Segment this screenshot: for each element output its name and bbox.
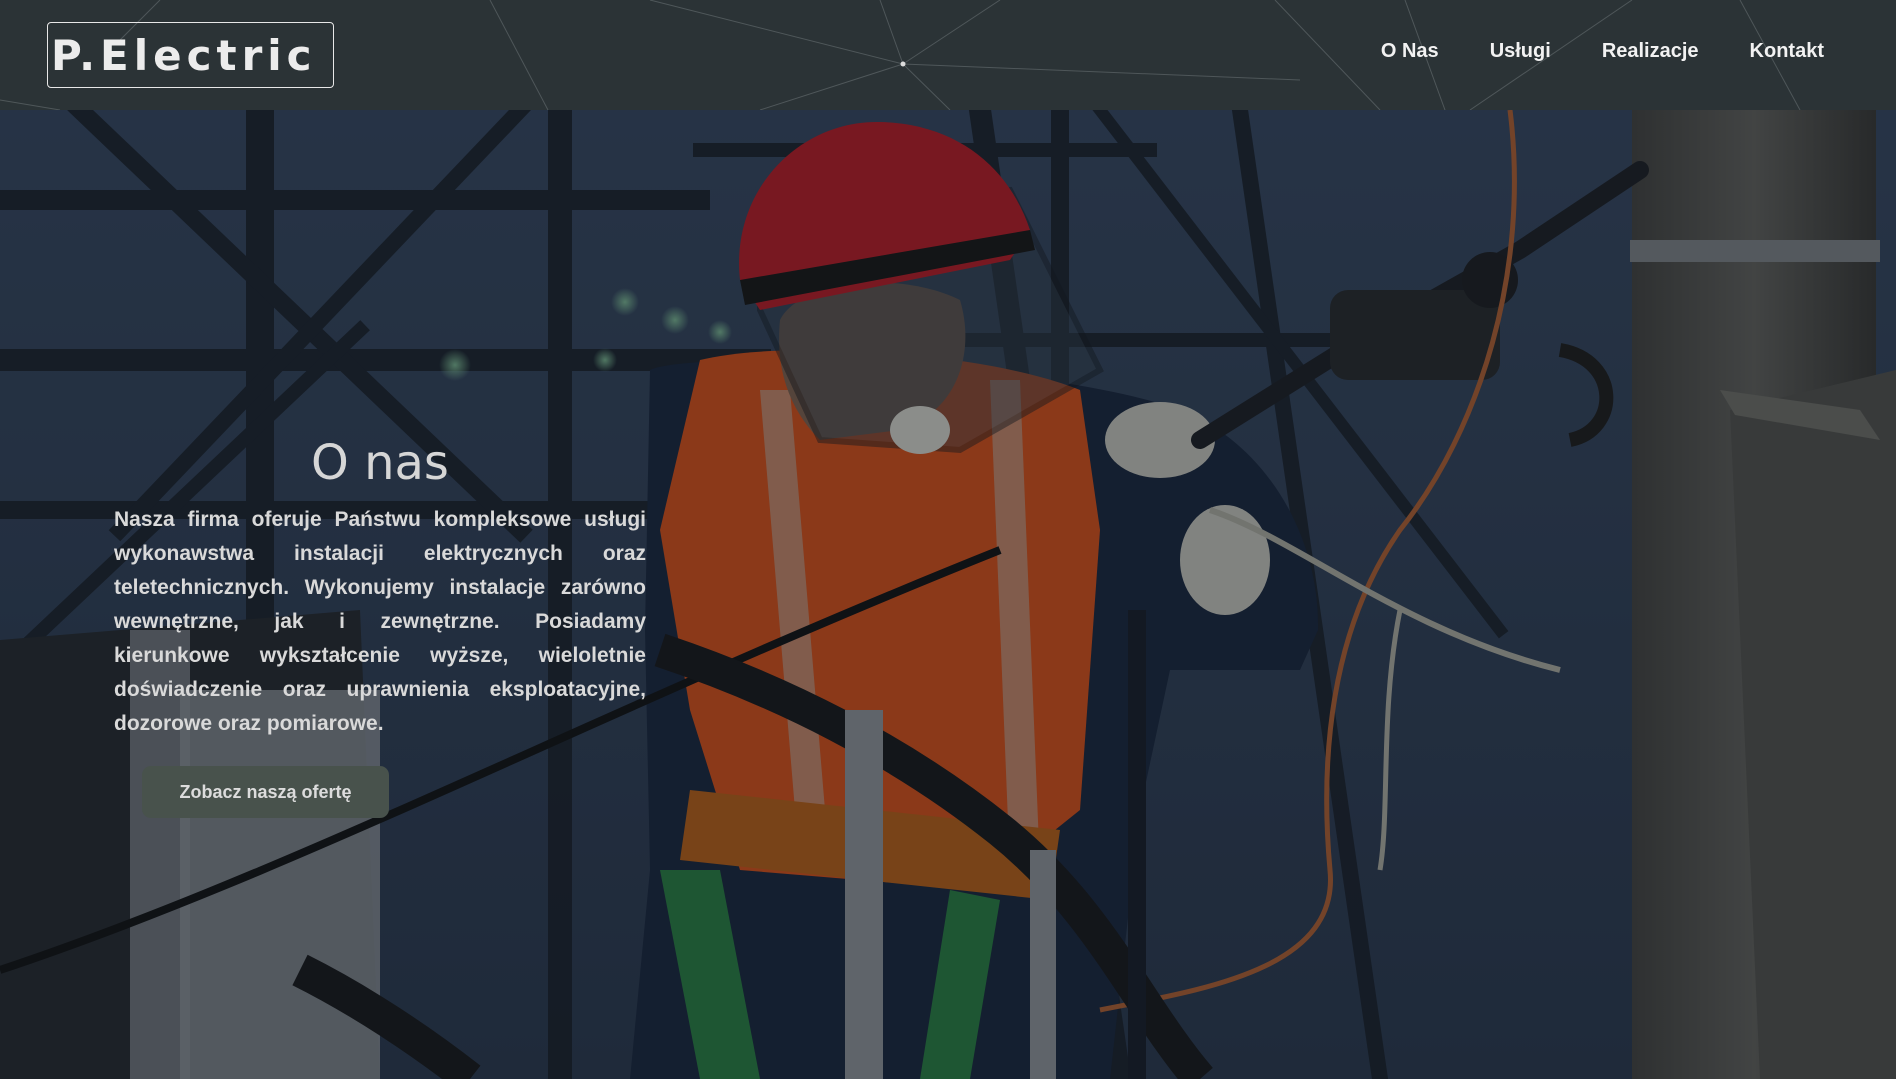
nav-item-o-nas[interactable]: O Nas	[1381, 40, 1439, 63]
about-section: O nas Nasza firma oferuje Państwu komple…	[114, 435, 646, 741]
nav-item-realizacje[interactable]: Realizacje	[1602, 40, 1699, 63]
main-nav: O Nas Usługi Realizacje Kontakt	[1330, 40, 1824, 63]
hero-section: O nas Nasza firma oferuje Państwu komple…	[0, 110, 1896, 1079]
brand-logo-text: P.Electric	[51, 30, 317, 80]
see-offer-button[interactable]: Zobacz naszą ofertę	[142, 766, 389, 818]
nav-item-kontakt[interactable]: Kontakt	[1750, 40, 1824, 63]
page: P.Electric O Nas Usługi Realizacje Konta…	[0, 0, 1896, 1079]
about-body: Nasza firma oferuje Państwu kompleksowe …	[114, 508, 646, 735]
brand-logo[interactable]: P.Electric	[47, 22, 334, 88]
nav-item-uslugi[interactable]: Usługi	[1490, 40, 1551, 63]
site-header: P.Electric O Nas Usługi Realizacje Konta…	[0, 0, 1896, 110]
about-title: O nas	[311, 435, 449, 491]
